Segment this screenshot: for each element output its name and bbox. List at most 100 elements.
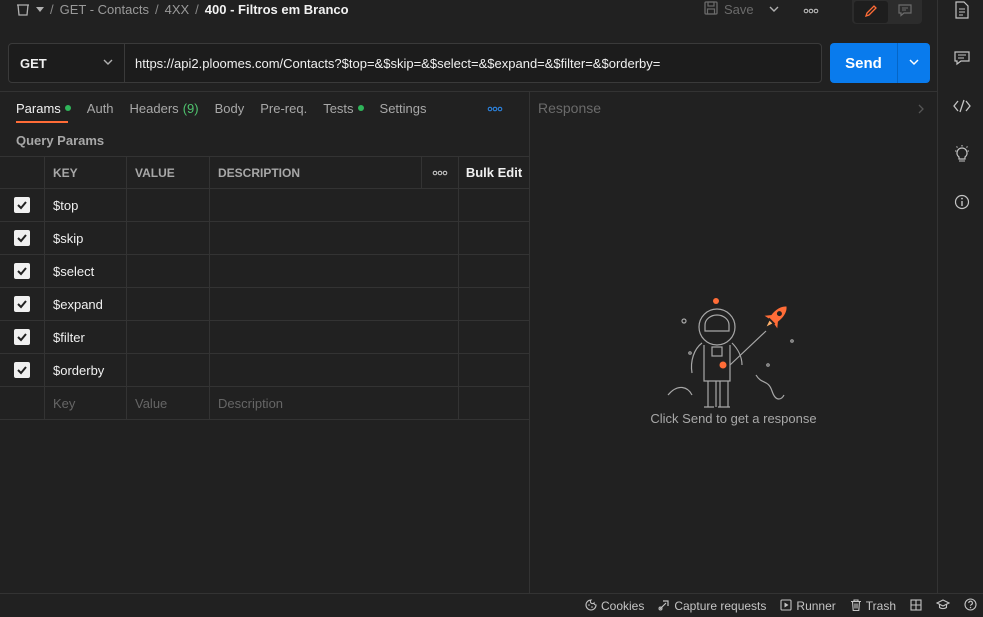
param-key[interactable]: $orderby xyxy=(45,354,127,386)
collection-icon[interactable] xyxy=(16,3,30,16)
checkmark-icon xyxy=(17,201,27,210)
table-row: $select xyxy=(0,255,529,288)
tab-label: Auth xyxy=(86,100,114,116)
more-actions-icon[interactable] xyxy=(803,4,819,19)
chevron-down-icon xyxy=(908,56,920,71)
breadcrumb-separator: / xyxy=(50,2,54,17)
info-icon[interactable] xyxy=(952,192,972,212)
tab-headers[interactable]: Headers (9) xyxy=(130,101,199,116)
breadcrumb-current[interactable]: 400 - Filtros em Branco xyxy=(205,2,349,17)
save-options-chevron-icon[interactable] xyxy=(768,3,780,18)
param-value[interactable] xyxy=(127,321,210,353)
param-description[interactable] xyxy=(210,321,459,353)
comment-mode-button[interactable] xyxy=(888,0,922,22)
tab-indicator-dot xyxy=(64,105,71,111)
table-row: $expand xyxy=(0,288,529,321)
tab-body[interactable]: Body xyxy=(215,101,245,116)
comments-icon[interactable] xyxy=(952,48,972,68)
tab-label: Settings xyxy=(379,100,427,116)
trash-label: Trash xyxy=(865,599,896,613)
breadcrumb-item-request[interactable]: GET - Contacts xyxy=(60,2,149,17)
bootcamp-button[interactable] xyxy=(935,598,951,614)
param-key[interactable]: $select xyxy=(45,255,127,287)
param-checkbox[interactable] xyxy=(14,230,30,246)
trash-button[interactable]: Trash xyxy=(850,598,896,614)
table-row: $orderby xyxy=(0,354,529,387)
param-description[interactable] xyxy=(210,255,459,287)
edit-mode-button[interactable] xyxy=(854,1,888,23)
param-checkbox[interactable] xyxy=(14,263,30,279)
save-button[interactable]: Save xyxy=(704,1,754,18)
tab-tests[interactable]: Tests xyxy=(323,100,364,116)
layout-toggle-button[interactable] xyxy=(910,598,922,614)
checkmark-icon xyxy=(17,300,27,309)
param-value[interactable] xyxy=(127,255,210,287)
param-checkbox-cell xyxy=(0,321,45,353)
new-value-input[interactable]: Value xyxy=(127,387,210,419)
trash-icon xyxy=(850,598,862,614)
param-description[interactable] xyxy=(210,288,459,320)
runner-icon xyxy=(780,598,792,614)
params-table: KEY VALUE DESCRIPTION Bulk Edit $top $sk… xyxy=(0,156,529,420)
param-key[interactable]: $filter xyxy=(45,321,127,353)
url-input[interactable]: https://api2.ploomes.com/Contacts?$top=&… xyxy=(125,44,821,82)
cookies-label: Cookies xyxy=(600,599,645,613)
param-key[interactable]: $expand xyxy=(45,288,127,320)
caret-down-icon[interactable] xyxy=(36,6,44,13)
more-tabs-icon[interactable] xyxy=(487,101,503,116)
save-icon xyxy=(704,1,718,18)
param-value[interactable] xyxy=(127,189,210,221)
method-select[interactable]: GET xyxy=(9,44,125,82)
param-description[interactable] xyxy=(210,189,459,221)
code-icon[interactable] xyxy=(952,96,972,116)
tab-auth[interactable]: Auth xyxy=(87,101,114,116)
documentation-icon[interactable] xyxy=(952,0,972,20)
param-checkbox[interactable] xyxy=(14,329,30,345)
send-button[interactable]: Send xyxy=(830,43,898,83)
param-description[interactable] xyxy=(210,354,459,386)
cookie-icon xyxy=(585,598,597,614)
runner-button[interactable]: Runner xyxy=(780,598,836,614)
table-row: $top xyxy=(0,189,529,222)
column-options-button[interactable] xyxy=(422,157,459,188)
capture-requests-button[interactable]: Capture requests xyxy=(658,599,766,614)
param-checkbox-cell xyxy=(0,288,45,320)
param-checkbox-cell xyxy=(0,222,45,254)
tab-label: Pre-req. xyxy=(260,100,308,116)
param-checkbox[interactable] xyxy=(14,197,30,213)
new-description-input[interactable]: Description xyxy=(210,387,459,419)
chevron-right-icon[interactable] xyxy=(917,102,925,117)
tab-settings[interactable]: Settings xyxy=(380,101,427,116)
param-checkbox-cell xyxy=(0,354,45,386)
param-value[interactable] xyxy=(127,288,210,320)
param-description[interactable] xyxy=(210,222,459,254)
param-key[interactable]: $skip xyxy=(45,222,127,254)
save-label: Save xyxy=(724,2,754,17)
send-options-button[interactable] xyxy=(898,43,930,83)
param-key[interactable]: $top xyxy=(45,189,127,221)
tab-pre-request[interactable]: Pre-req. xyxy=(260,101,307,116)
column-header-value: VALUE xyxy=(127,157,210,188)
param-checkbox[interactable] xyxy=(14,362,30,378)
cookies-button[interactable]: Cookies xyxy=(585,598,645,614)
breadcrumb-item-folder[interactable]: 4XX xyxy=(165,2,190,17)
param-value[interactable] xyxy=(127,354,210,386)
tab-count: (9) xyxy=(182,100,199,116)
tab-params[interactable]: Params xyxy=(16,101,71,116)
tab-label: Body xyxy=(214,100,245,116)
breadcrumb: / GET - Contacts / 4XX / 400 - Filtros e… xyxy=(16,2,349,17)
param-value[interactable] xyxy=(127,222,210,254)
new-param-row: Key Value Description xyxy=(0,387,529,420)
pane-resizer[interactable] xyxy=(529,92,530,593)
tab-label: Tests xyxy=(323,100,354,116)
param-checkbox[interactable] xyxy=(14,296,30,312)
layout-icon xyxy=(910,598,922,614)
new-key-input[interactable]: Key xyxy=(45,387,127,419)
chevron-down-icon xyxy=(102,56,114,71)
query-params-label: Query Params xyxy=(16,133,105,148)
lightbulb-icon[interactable] xyxy=(952,144,972,164)
checkmark-icon xyxy=(17,366,27,375)
status-bar: Cookies Capture requests Runner Trash xyxy=(0,593,983,617)
bulk-edit-button[interactable]: Bulk Edit xyxy=(459,157,529,188)
help-button[interactable] xyxy=(964,598,977,614)
